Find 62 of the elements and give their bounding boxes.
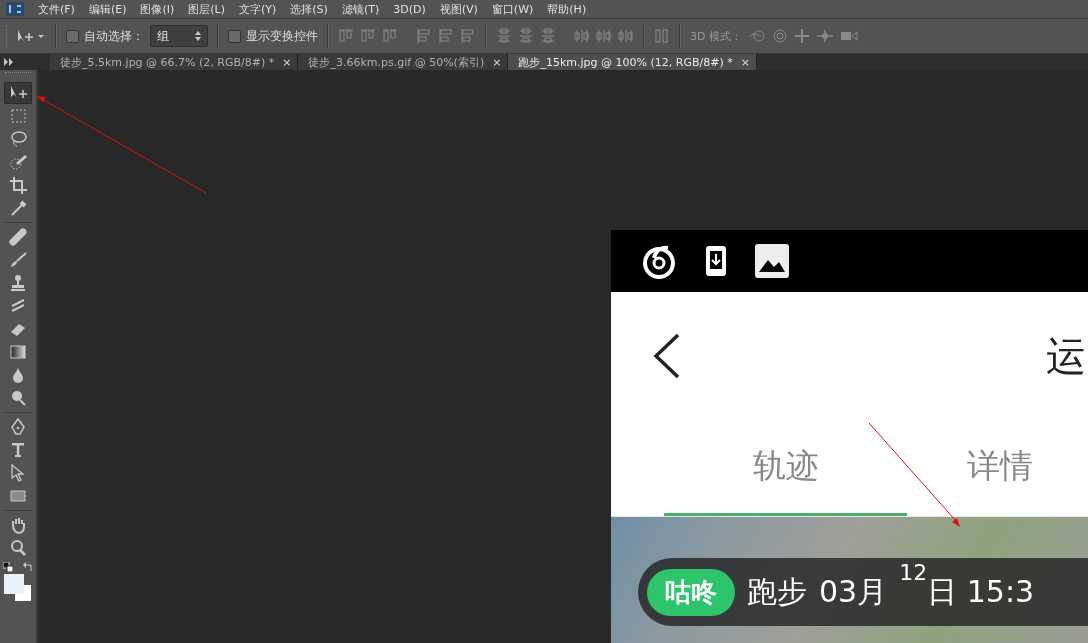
marquee-icon — [9, 107, 27, 125]
default-colors-icon[interactable] — [3, 562, 13, 572]
phone-download-icon — [705, 245, 727, 277]
checkbox-label: 自动选择： — [84, 27, 144, 45]
close-button[interactable]: × — [740, 55, 750, 69]
menu-item[interactable]: 图像(I) — [140, 1, 175, 17]
tool-button[interactable] — [4, 82, 32, 104]
date-month: 03月 — [819, 572, 888, 611]
history-brush-icon — [9, 297, 27, 315]
panel-collapse-icon[interactable] — [4, 58, 14, 66]
back-chevron-icon[interactable] — [652, 333, 680, 379]
document-tab[interactable]: 徒步_5.5km.jpg @ 66.7% (2, RGB/8#) * × — [50, 54, 299, 70]
checkbox[interactable] — [228, 29, 241, 43]
date-time: 日 15:3 — [927, 572, 1035, 611]
checkbox-label: 显示变换控件 — [246, 27, 318, 45]
swap-colors-icon[interactable] — [23, 562, 33, 572]
rectangle-tool-icon — [9, 487, 27, 505]
app-logo-icon — [6, 2, 24, 16]
document-tab[interactable]: 跑步_15km.jpg @ 100% (12, RGB/8#) * × — [508, 54, 757, 70]
activity-label: 跑步 — [747, 572, 807, 611]
menu-item[interactable]: 3D(D) — [393, 2, 426, 16]
menu-item[interactable]: 帮助(H) — [547, 1, 587, 17]
stamp-icon — [9, 274, 27, 292]
close-button[interactable]: × — [492, 55, 502, 69]
mode-3d-label: 3D 模式： — [690, 28, 742, 44]
menu-item[interactable]: 滤镜(T) — [341, 1, 380, 17]
lasso-icon — [9, 130, 27, 148]
pen-icon — [9, 418, 27, 436]
crop-icon — [9, 176, 27, 194]
menu-item[interactable]: 编辑(E) — [88, 1, 127, 17]
pan-icon[interactable] — [793, 28, 810, 44]
roll-icon[interactable] — [771, 28, 788, 44]
document-tab[interactable]: 徒步_3.66km.ps.gif @ 50%(索引) × — [298, 54, 509, 70]
type-tool-icon — [9, 441, 27, 459]
bandage-icon — [9, 228, 27, 246]
tab[interactable]: 详情 — [967, 420, 1033, 516]
checkbox[interactable] — [66, 29, 79, 43]
move-tool-icon[interactable] — [16, 28, 46, 44]
updown-arrows-icon — [195, 31, 201, 41]
menu-item[interactable]: 视图(V) — [439, 1, 478, 17]
gradient-icon — [9, 343, 27, 361]
menu-item[interactable]: 选择(S) — [290, 1, 328, 17]
close-button[interactable]: × — [282, 55, 292, 69]
menu-item[interactable]: 文件(F) — [38, 1, 75, 17]
magnifier-icon — [9, 389, 27, 407]
eyedropper-icon — [9, 199, 27, 217]
page-title: 运 — [1046, 331, 1086, 381]
menu-item[interactable]: 窗口(W) — [491, 1, 534, 17]
swirl-logo-icon — [641, 243, 677, 279]
raised-number: 12 — [899, 560, 928, 585]
color-swatches-icon[interactable] — [3, 573, 33, 603]
slide-icon[interactable] — [815, 28, 834, 44]
brush-icon — [9, 251, 27, 269]
menu-item[interactable]: 图层(L) — [188, 1, 225, 17]
menu-item[interactable]: 文字(Y) — [239, 1, 277, 17]
quick-select-brush-icon — [9, 153, 27, 171]
hand-icon — [9, 516, 27, 534]
layer-dropdown[interactable]: 组 — [150, 25, 208, 47]
pointer-arrow-icon — [9, 464, 27, 482]
zoom-icon — [9, 539, 27, 557]
image-icon — [755, 244, 789, 278]
app-badge: 咕咚 — [647, 568, 735, 616]
